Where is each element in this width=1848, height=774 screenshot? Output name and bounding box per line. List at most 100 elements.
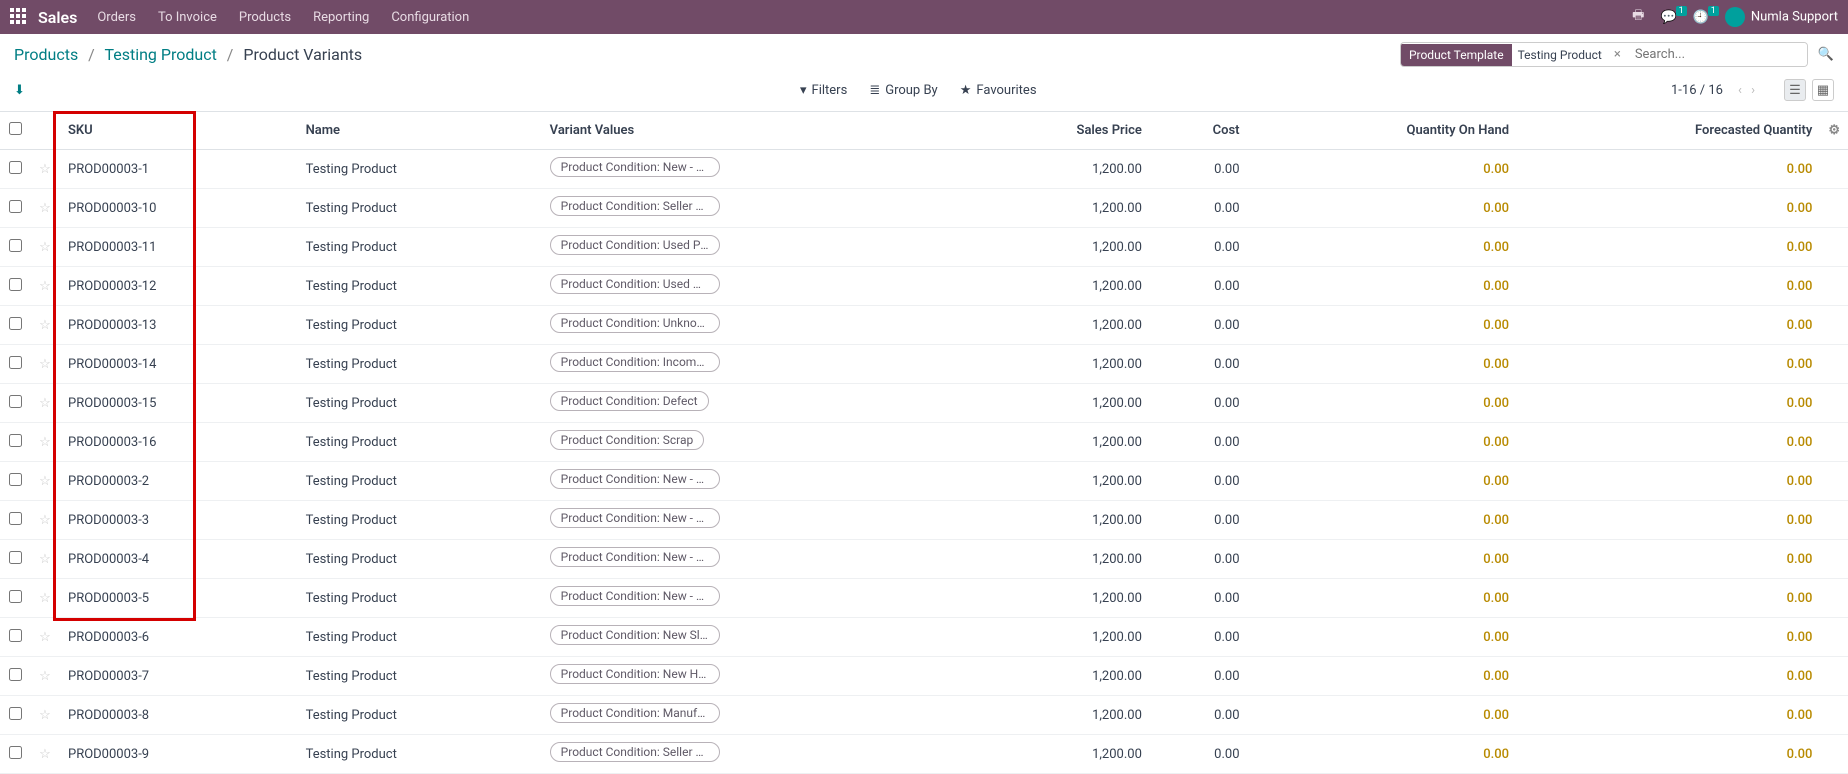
table-row[interactable]: ☆PROD00003-2Testing ProductProduct Condi…	[0, 462, 1848, 501]
table-row[interactable]: ☆PROD00003-6Testing ProductProduct Condi…	[0, 618, 1848, 657]
favourites-button[interactable]: ★Favourites	[960, 83, 1037, 98]
table-row[interactable]: ☆PROD00003-10Testing ProductProduct Cond…	[0, 189, 1848, 228]
pager-prev-icon[interactable]: ‹	[1738, 83, 1742, 98]
cell-variant: Product Condition: Unknown	[542, 306, 965, 345]
row-star-icon[interactable]: ☆	[30, 618, 60, 657]
cell-price: 1,200.00	[965, 735, 1150, 774]
row-star-icon[interactable]: ☆	[30, 462, 60, 501]
cell-forecast: 0.00	[1517, 267, 1820, 306]
row-star-icon[interactable]: ☆	[30, 696, 60, 735]
cell-sku: PROD00003-12	[60, 267, 298, 306]
breadcrumb-testing-product[interactable]: Testing Product	[104, 45, 216, 64]
menu-configuration[interactable]: Configuration	[391, 10, 469, 25]
row-star-icon[interactable]: ☆	[30, 579, 60, 618]
table-row[interactable]: ☆PROD00003-4Testing ProductProduct Condi…	[0, 540, 1848, 579]
pager-next-icon[interactable]: ›	[1751, 83, 1755, 98]
row-checkbox[interactable]	[9, 434, 22, 447]
search-facet-close-icon[interactable]: ×	[1608, 47, 1627, 62]
table-row[interactable]: ☆PROD00003-8Testing ProductProduct Condi…	[0, 696, 1848, 735]
row-checkbox[interactable]	[9, 161, 22, 174]
row-checkbox[interactable]	[9, 512, 22, 525]
row-star-icon[interactable]: ☆	[30, 501, 60, 540]
row-checkbox[interactable]	[9, 356, 22, 369]
row-checkbox[interactable]	[9, 200, 22, 213]
row-star-icon[interactable]: ☆	[30, 150, 60, 189]
view-kanban-icon[interactable]: ▦	[1812, 79, 1834, 101]
activities-icon[interactable]: 🕘1	[1693, 10, 1709, 25]
col-qty[interactable]: Quantity On Hand	[1248, 112, 1518, 150]
table-row[interactable]: ☆PROD00003-14Testing ProductProduct Cond…	[0, 345, 1848, 384]
col-cost[interactable]: Cost	[1150, 112, 1248, 150]
app-brand[interactable]: Sales	[38, 8, 77, 27]
row-checkbox[interactable]	[9, 278, 22, 291]
variant-tag: Product Condition: Incomplete	[550, 352, 720, 372]
row-checkbox[interactable]	[9, 551, 22, 564]
messages-icon[interactable]: 💬1	[1660, 10, 1676, 25]
row-checkbox[interactable]	[9, 590, 22, 603]
row-star-icon[interactable]: ☆	[30, 735, 60, 774]
row-checkbox[interactable]	[9, 746, 22, 759]
cell-sku: PROD00003-3	[60, 501, 298, 540]
row-star-icon[interactable]: ☆	[30, 384, 60, 423]
menu-orders[interactable]: Orders	[97, 10, 136, 25]
export-icon[interactable]: ⬇	[14, 83, 25, 98]
cell-price: 1,200.00	[965, 423, 1150, 462]
row-checkbox[interactable]	[9, 668, 22, 681]
breadcrumb-products[interactable]: Products	[14, 45, 78, 64]
layers-icon: ≣	[869, 83, 880, 98]
table-row[interactable]: ☆PROD00003-3Testing ProductProduct Condi…	[0, 501, 1848, 540]
table-row[interactable]: ☆PROD00003-9Testing ProductProduct Condi…	[0, 735, 1848, 774]
table-row[interactable]: ☆PROD00003-16Testing ProductProduct Cond…	[0, 423, 1848, 462]
row-checkbox[interactable]	[9, 707, 22, 720]
row-star-icon[interactable]: ☆	[30, 306, 60, 345]
row-checkbox[interactable]	[9, 317, 22, 330]
search-icon[interactable]: 🔍	[1818, 47, 1834, 62]
search-box[interactable]: Product Template Testing Product ×	[1400, 42, 1808, 67]
col-variant[interactable]: Variant Values	[542, 112, 965, 150]
row-checkbox[interactable]	[9, 629, 22, 642]
row-checkbox[interactable]	[9, 239, 22, 252]
groupby-button[interactable]: ≣Group By	[869, 83, 937, 98]
column-settings-icon[interactable]: ⚙	[1828, 123, 1840, 138]
table-row[interactable]: ☆PROD00003-15Testing ProductProduct Cond…	[0, 384, 1848, 423]
row-star-icon[interactable]: ☆	[30, 345, 60, 384]
cell-name: Testing Product	[298, 423, 542, 462]
search-input[interactable]	[1627, 43, 1807, 66]
row-star-icon[interactable]: ☆	[30, 657, 60, 696]
activities-badge: 1	[1708, 6, 1719, 16]
row-star-icon[interactable]: ☆	[30, 228, 60, 267]
cell-forecast: 0.00	[1517, 228, 1820, 267]
col-forecast[interactable]: Forecasted Quantity	[1517, 112, 1820, 150]
select-all-checkbox[interactable]	[9, 122, 22, 135]
user-menu[interactable]: Numla Support	[1725, 7, 1838, 27]
row-star-icon[interactable]: ☆	[30, 267, 60, 306]
table-row[interactable]: ☆PROD00003-12Testing ProductProduct Cond…	[0, 267, 1848, 306]
col-price[interactable]: Sales Price	[965, 112, 1150, 150]
cell-variant: Product Condition: New - Heavy ...	[542, 540, 965, 579]
row-checkbox[interactable]	[9, 395, 22, 408]
table-row[interactable]: ☆PROD00003-5Testing ProductProduct Condi…	[0, 579, 1848, 618]
pager-text[interactable]: 1-16 / 16	[1671, 83, 1723, 98]
cell-name: Testing Product	[298, 189, 542, 228]
print-icon[interactable]: 🖶	[1632, 6, 1644, 28]
apps-icon[interactable]	[10, 8, 28, 26]
variant-tag: Product Condition: Used Poor	[550, 235, 720, 255]
col-sku[interactable]: SKU	[60, 112, 298, 150]
view-list-icon[interactable]: ☰	[1784, 79, 1806, 101]
menu-to-invoice[interactable]: To Invoice	[158, 10, 217, 25]
filters-button[interactable]: ▾Filters	[800, 83, 847, 98]
row-checkbox[interactable]	[9, 473, 22, 486]
row-star-icon[interactable]: ☆	[30, 189, 60, 228]
menu-reporting[interactable]: Reporting	[313, 10, 369, 25]
cell-qty: 0.00	[1248, 228, 1518, 267]
row-star-icon[interactable]: ☆	[30, 423, 60, 462]
table-row[interactable]: ☆PROD00003-1Testing ProductProduct Condi…	[0, 150, 1848, 189]
col-name[interactable]: Name	[298, 112, 542, 150]
table-row[interactable]: ☆PROD00003-11Testing ProductProduct Cond…	[0, 228, 1848, 267]
menu-products[interactable]: Products	[239, 10, 291, 25]
table-row[interactable]: ☆PROD00003-13Testing ProductProduct Cond…	[0, 306, 1848, 345]
cell-price: 1,200.00	[965, 462, 1150, 501]
table-row[interactable]: ☆PROD00003-7Testing ProductProduct Condi…	[0, 657, 1848, 696]
cell-sku: PROD00003-15	[60, 384, 298, 423]
row-star-icon[interactable]: ☆	[30, 540, 60, 579]
